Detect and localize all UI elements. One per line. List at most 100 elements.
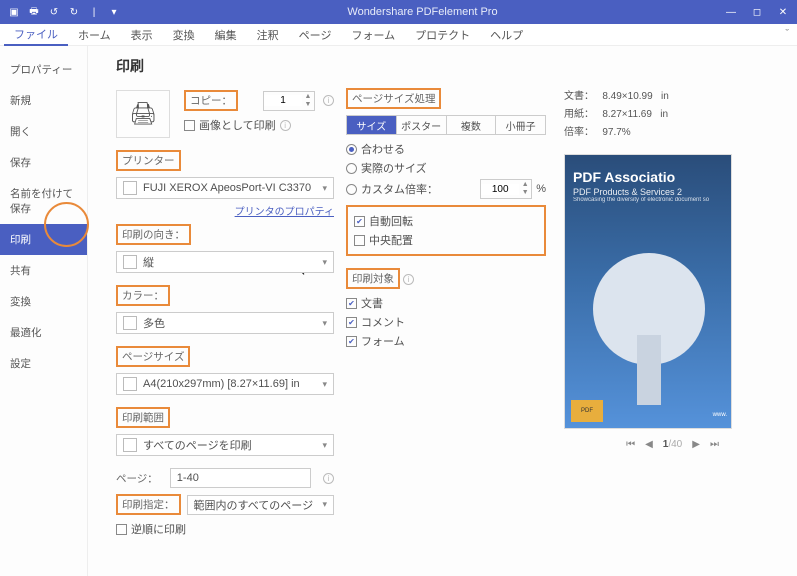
menu-convert[interactable]: 変換 bbox=[163, 25, 205, 45]
printer-small-icon bbox=[123, 181, 137, 195]
sidebar-convert[interactable]: 変換 bbox=[0, 286, 87, 317]
print-preview: PDF Associatio PDF Products & Services 2… bbox=[564, 154, 732, 429]
sizehandle-label: ページサイズ処理 bbox=[346, 88, 441, 109]
orient-select[interactable]: 縦▾ bbox=[116, 251, 334, 273]
menu-edit[interactable]: 編集 bbox=[205, 25, 247, 45]
color-label: カラー： bbox=[116, 285, 170, 306]
range-value: すべてのページを印刷 bbox=[143, 437, 252, 453]
color-icon bbox=[123, 316, 137, 330]
size-tabs: サイズ ポスター 複数 小冊子 bbox=[346, 115, 546, 135]
range-select[interactable]: すべてのページを印刷▾ bbox=[116, 434, 334, 456]
range-icon bbox=[123, 438, 137, 452]
copy-label: コピー： bbox=[184, 90, 238, 111]
close-button[interactable]: ✕ bbox=[773, 7, 793, 18]
page-value: 1-40 bbox=[177, 472, 199, 484]
tab-poster[interactable]: ポスター bbox=[397, 116, 447, 134]
printer-select[interactable]: FUJI XEROX ApeosPort-VI C3370▾ bbox=[116, 177, 334, 199]
custom-radio[interactable]: カスタム倍率： ▲▼ % bbox=[346, 179, 546, 199]
print-as-image-label: 画像として印刷 bbox=[199, 117, 276, 133]
tab-multi[interactable]: 複数 bbox=[447, 116, 497, 134]
pager: ⏮ ◀ 1/40 ▶ ⏭ bbox=[564, 439, 781, 450]
menu-form[interactable]: フォーム bbox=[341, 25, 405, 45]
sidebar-share[interactable]: 共有 bbox=[0, 255, 87, 286]
auto-rotate-check[interactable]: 自動回転 bbox=[354, 213, 538, 229]
total-pages: /40 bbox=[668, 439, 682, 450]
orient-value: 縦 bbox=[143, 254, 154, 270]
next-page-button[interactable]: ▶ bbox=[692, 439, 700, 450]
pagesize-select[interactable]: A4(210x297mm) [8.27×11.69] in▾ bbox=[116, 373, 334, 395]
redo-icon[interactable]: ↻ bbox=[64, 7, 84, 18]
page-title: 印刷 bbox=[116, 56, 334, 76]
page-input[interactable]: 1-40 bbox=[170, 468, 311, 488]
sidebar-new[interactable]: 新規 bbox=[0, 85, 87, 116]
fit-radio[interactable]: 合わせる bbox=[346, 141, 546, 157]
reverse-label: 逆順に印刷 bbox=[131, 521, 186, 537]
menu-help[interactable]: ヘルプ bbox=[480, 25, 533, 45]
dropdown-icon[interactable]: ▾ bbox=[104, 7, 124, 18]
menu-protect[interactable]: プロテクト bbox=[405, 25, 480, 45]
pdf-badge: PDF bbox=[571, 400, 603, 422]
collapse-icon[interactable]: ˇ bbox=[785, 28, 789, 40]
prev-page-button[interactable]: ◀ bbox=[645, 439, 653, 450]
page-icon bbox=[123, 377, 137, 391]
copy-stepper[interactable]: ▲▼ bbox=[263, 91, 315, 111]
titlebar: ▣ 🖶 ↺ ↻ | ▾ Wondershare PDFelement Pro —… bbox=[0, 0, 797, 24]
sidebar-settings[interactable]: 設定 bbox=[0, 348, 87, 379]
first-page-button[interactable]: ⏮ bbox=[626, 439, 635, 450]
orient-label: 印刷の向き： bbox=[116, 224, 191, 245]
info-icon[interactable]: i bbox=[323, 95, 334, 106]
range-label: 印刷範囲 bbox=[116, 407, 170, 428]
last-page-button[interactable]: ⏭ bbox=[710, 439, 719, 450]
tab-size[interactable]: サイズ bbox=[347, 116, 397, 134]
menu-view[interactable]: 表示 bbox=[121, 25, 163, 45]
center-check[interactable]: 中央配置 bbox=[354, 232, 538, 248]
info-icon[interactable]: i bbox=[323, 473, 334, 484]
stand-graphic bbox=[637, 335, 661, 405]
pagesize-value: A4(210x297mm) [8.27×11.69] in bbox=[143, 378, 300, 390]
mode-label: 印刷指定： bbox=[116, 494, 181, 515]
menu-comment[interactable]: 注釈 bbox=[247, 25, 289, 45]
target-form-check[interactable]: フォーム bbox=[346, 333, 546, 349]
target-doc-check[interactable]: 文書 bbox=[346, 295, 546, 311]
mode-value: 範囲内のすべてのページ bbox=[194, 497, 314, 513]
info-icon[interactable]: i bbox=[280, 120, 291, 131]
minimize-button[interactable]: — bbox=[721, 7, 741, 18]
divider-icon: | bbox=[84, 7, 104, 18]
pagesize-label: ページサイズ bbox=[116, 346, 190, 367]
sidebar-save-as[interactable]: 名前を付けて保存 bbox=[0, 178, 87, 224]
custom-stepper[interactable]: ▲▼ bbox=[480, 179, 532, 199]
sidebar-properties[interactable]: プロパティー bbox=[0, 54, 87, 85]
sidebar-save[interactable]: 保存 bbox=[0, 147, 87, 178]
printer-icon: 🖨 bbox=[116, 90, 170, 138]
printer-label: プリンター bbox=[116, 150, 181, 171]
custom-input[interactable] bbox=[481, 184, 519, 195]
menu-file[interactable]: ファイル bbox=[4, 24, 68, 46]
print-as-image-check[interactable]: 画像として印刷 i bbox=[184, 117, 334, 133]
copy-input[interactable] bbox=[264, 95, 302, 106]
printer-value: FUJI XEROX ApeosPort-VI C3370 bbox=[143, 182, 311, 194]
maximize-button[interactable]: ◻ bbox=[747, 7, 767, 18]
doc-info: 文書： 8.49×10.99 in 用紙： 8.27×11.69 in 倍率： … bbox=[564, 88, 781, 142]
target-comment-check[interactable]: コメント bbox=[346, 314, 546, 330]
orient-icon bbox=[123, 255, 137, 269]
menu-home[interactable]: ホーム bbox=[68, 25, 121, 45]
printer-props-link[interactable]: プリンタのプロパティ bbox=[235, 207, 334, 218]
menu-page[interactable]: ページ bbox=[289, 25, 342, 45]
save-icon[interactable]: 🖶 bbox=[24, 4, 44, 21]
app-title: Wondershare PDFelement Pro bbox=[124, 6, 721, 18]
sidebar-print[interactable]: 印刷 bbox=[0, 224, 87, 255]
info-icon[interactable]: i bbox=[403, 274, 414, 285]
mode-select[interactable]: 範囲内のすべてのページ▾ bbox=[187, 495, 335, 515]
tab-booklet[interactable]: 小冊子 bbox=[496, 116, 545, 134]
undo-icon[interactable]: ↺ bbox=[44, 7, 64, 18]
sidebar-optimize[interactable]: 最適化 bbox=[0, 317, 87, 348]
color-value: 多色 bbox=[143, 315, 165, 331]
color-select[interactable]: 多色▾ bbox=[116, 312, 334, 334]
page-label: ページ： bbox=[116, 471, 158, 486]
sidebar-open[interactable]: 開く bbox=[0, 116, 87, 147]
sidebar: プロパティー 新規 開く 保存 名前を付けて保存 印刷 共有 変換 最適化 設定 bbox=[0, 46, 88, 576]
menubar: ファイル ホーム 表示 変換 編集 注釈 ページ フォーム プロテクト ヘルプ … bbox=[0, 24, 797, 46]
actual-radio[interactable]: 実際のサイズ bbox=[346, 160, 546, 176]
app-icon: ▣ bbox=[4, 7, 24, 18]
reverse-check[interactable]: 逆順に印刷 bbox=[116, 521, 334, 537]
